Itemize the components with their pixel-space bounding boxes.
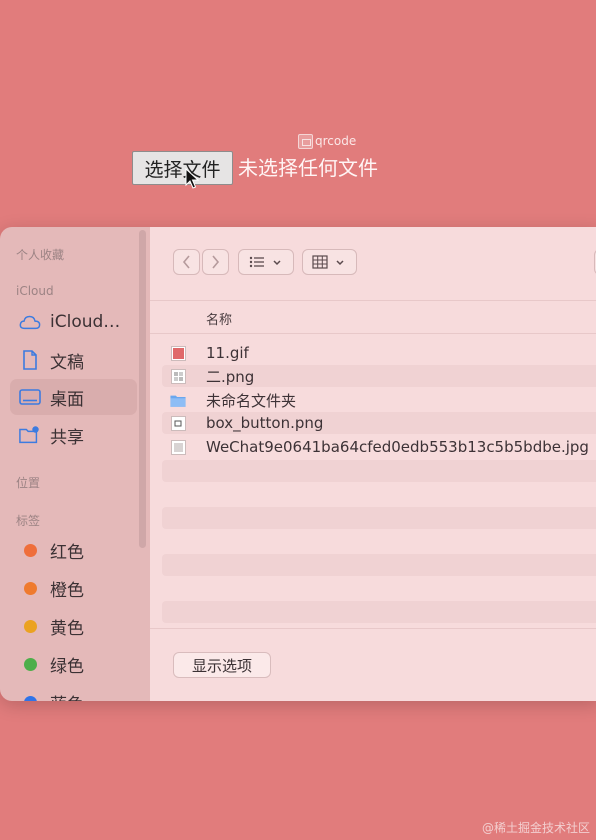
sidebar-item-documents[interactable]: 文稿 [10, 342, 137, 378]
chevron-right-icon [212, 255, 220, 269]
tag-dot-icon [24, 657, 37, 671]
sidebar-item-label: iCloud… [50, 312, 121, 332]
no-file-chosen-text: 未选择任何文件 [238, 156, 378, 180]
empty-row-stripe [162, 460, 596, 482]
toolbar-divider [150, 300, 596, 301]
tag-dot-icon [24, 543, 37, 557]
sidebar-tag-blue[interactable]: 蓝色 [10, 684, 137, 701]
watermark: @稀土掘金技术社区 [481, 821, 590, 835]
file-row[interactable]: 11.gif [162, 342, 596, 364]
file-name: WeChat9e0641ba64cfed0edb553b13c5b5bdbe.j… [206, 438, 589, 456]
column-header-name[interactable]: 名称 [206, 309, 232, 328]
file-name: 未命名文件夹 [206, 391, 297, 410]
locations-heading: 位置 [16, 476, 41, 490]
sidebar-tag-orange[interactable]: 橙色 [10, 570, 137, 606]
footer-divider [150, 628, 596, 629]
show-options-button[interactable]: 显示选项 [173, 652, 271, 678]
file-row[interactable]: box_button.png [162, 412, 596, 434]
forward-button[interactable] [202, 249, 229, 275]
empty-row-stripe [162, 601, 596, 623]
tag-dot-icon [24, 581, 37, 595]
icloud-heading: iCloud [16, 284, 54, 298]
shared-folder-icon [19, 424, 41, 446]
back-button[interactable] [173, 249, 200, 275]
tag-label: 绿色 [50, 656, 84, 677]
file-name: 二.png [206, 367, 255, 386]
tag-label: 蓝色 [50, 690, 84, 702]
tags-heading: 标签 [16, 514, 41, 528]
image-file-icon [170, 345, 186, 361]
document-icon [19, 349, 41, 371]
file-name: box_button.png [206, 414, 324, 432]
image-file-icon [170, 368, 186, 384]
chevron-left-icon [182, 255, 190, 269]
mouse-cursor-icon [185, 168, 199, 189]
sidebar-item-icloud-drive[interactable]: iCloud… [10, 304, 137, 340]
broken-image-icon [298, 133, 313, 149]
file-row[interactable]: 二.png [162, 365, 596, 387]
choose-file-button[interactable]: 选择文件 [132, 151, 233, 185]
empty-row-stripe [162, 507, 596, 529]
file-name: 11.gif [206, 344, 249, 362]
sidebar-scrollbar[interactable] [139, 230, 146, 548]
qrcode-image: qrcode [298, 132, 356, 150]
cloud-icon [19, 311, 41, 333]
sidebar-item-shared[interactable]: 共享 [10, 417, 137, 453]
grid-view-button[interactable] [302, 249, 357, 275]
sidebar-item-label: 文稿 [50, 352, 84, 373]
sidebar-item-label: 共享 [50, 427, 84, 448]
list-view-button[interactable] [238, 249, 294, 275]
desktop-icon [19, 386, 41, 408]
sidebar-item-desktop[interactable]: 桌面 [10, 379, 137, 415]
sidebar-tag-green[interactable]: 绿色 [10, 646, 137, 682]
tag-label: 橙色 [50, 580, 84, 601]
file-browser: 名称 11.gif 二.png 未命名文件夹 box_button.png We… [150, 227, 596, 701]
file-picker-dialog: 个人收藏 iCloud iCloud… 文稿 桌面 共享 位置 标签 红色 橙色… [0, 227, 596, 701]
qrcode-alt-text: qrcode [315, 134, 357, 148]
empty-row-stripe [162, 554, 596, 576]
sidebar-item-label: 桌面 [50, 389, 84, 410]
grid-view-icon [311, 255, 344, 269]
sidebar-tag-yellow[interactable]: 黄色 [10, 608, 137, 644]
tag-label: 红色 [50, 542, 84, 563]
tag-label: 黄色 [50, 618, 84, 639]
folder-icon [170, 392, 186, 408]
favorites-heading: 个人收藏 [16, 248, 65, 262]
header-divider [150, 333, 596, 334]
sidebar: 个人收藏 iCloud iCloud… 文稿 桌面 共享 位置 标签 红色 橙色… [0, 227, 150, 701]
sidebar-tag-red[interactable]: 红色 [10, 532, 137, 568]
file-row[interactable]: WeChat9e0641ba64cfed0edb553b13c5b5bdbe.j… [162, 436, 596, 458]
image-file-icon [170, 439, 186, 455]
image-file-icon [170, 415, 186, 431]
file-row[interactable]: 未命名文件夹 [162, 389, 596, 411]
tag-dot-icon [24, 695, 37, 701]
list-view-icon [249, 256, 281, 268]
tag-dot-icon [24, 619, 37, 633]
